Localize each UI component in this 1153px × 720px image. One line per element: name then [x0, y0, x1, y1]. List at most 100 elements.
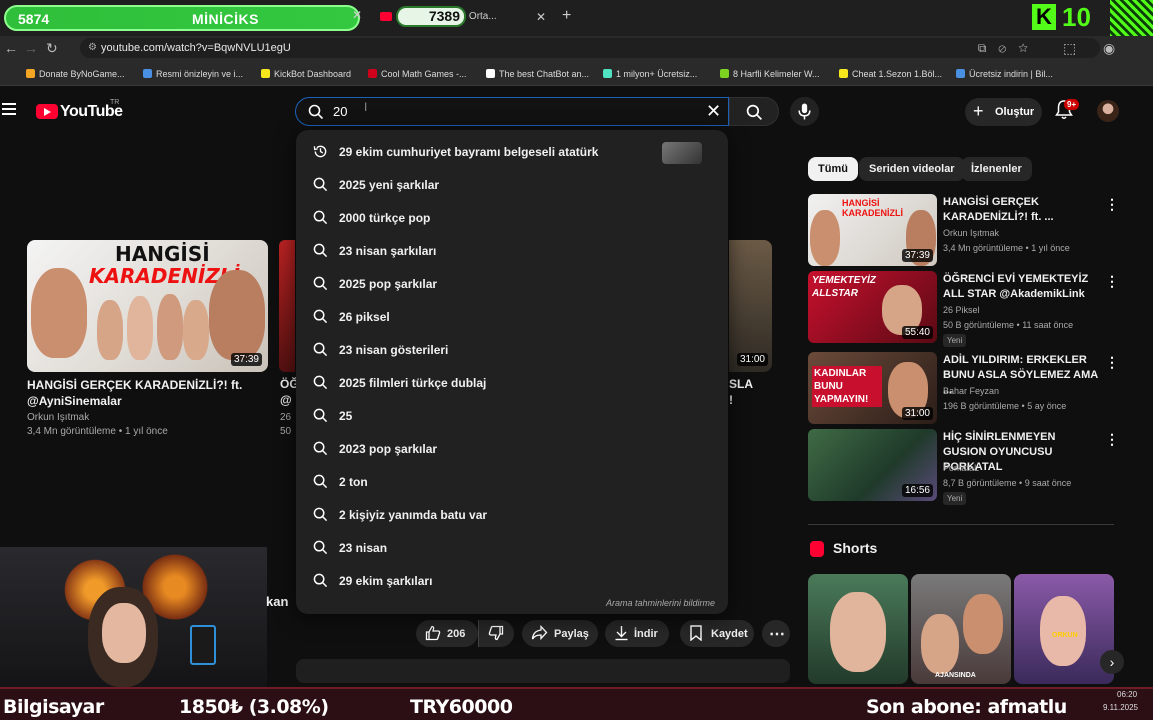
channel-name[interactable]: PorkataL	[943, 463, 979, 473]
related-video-title[interactable]: HANGİSİ GERÇEK KARADENİZLİ?! ft. ...	[943, 195, 1098, 225]
video-thumbnail-partial[interactable]: 31:00	[729, 240, 772, 372]
more-vertical-icon[interactable]: ⋮	[1105, 431, 1119, 448]
description-box[interactable]	[296, 659, 790, 683]
dislike-button[interactable]	[478, 620, 514, 647]
channel-name[interactable]: Orkun Işıtmak	[943, 228, 999, 238]
suggestion-text: 23 nisan şarkıları	[339, 244, 437, 258]
forward-icon[interactable]: →	[24, 40, 38, 56]
duration-badge: 55:40	[901, 326, 933, 339]
search-suggestion[interactable]: 23 nisan	[296, 531, 728, 564]
short-caption: AJANSINDA	[935, 672, 976, 679]
clear-search-icon[interactable]: ✕	[706, 101, 721, 122]
search-icon	[313, 540, 328, 555]
youtube-logo-icon[interactable]	[36, 104, 58, 119]
more-vertical-icon[interactable]: ⋮	[1105, 273, 1119, 290]
bookmark-item[interactable]: Donate ByNoGame...	[26, 69, 125, 79]
account-avatar[interactable]	[1097, 100, 1119, 122]
person-image	[810, 210, 840, 266]
search-button[interactable]	[729, 97, 779, 126]
save-button[interactable]: Kaydet	[680, 620, 754, 647]
related-video-thumbnail[interactable]: KADINLAR BUNU YAPMAYIN! 31:00	[808, 352, 937, 424]
person-image	[963, 594, 1003, 654]
video-meta: 50 B görüntüleme • 11 saat önce	[943, 320, 1074, 330]
search-suggestion[interactable]: 2 ton	[296, 465, 728, 498]
ticker-amount: 1850₺ (3.08%)	[179, 696, 329, 718]
bookmark-favicon-icon	[26, 69, 35, 78]
webcam-overlay	[0, 547, 267, 687]
short-card[interactable]: ORKUN	[1014, 574, 1114, 684]
search-icon	[313, 276, 328, 291]
thumbs-down-icon	[488, 625, 504, 641]
video-title[interactable]: HANGİSİ GERÇEK KARADENİZLİ?! ft. @AyniSi…	[27, 377, 242, 409]
close-tab-icon[interactable]: ✕	[352, 8, 362, 22]
new-tab-icon[interactable]: +	[562, 7, 571, 25]
related-video-thumbnail[interactable]: YEMEKTEYİZ ALLSTAR 55:40	[808, 271, 937, 343]
search-suggestion[interactable]: 26 piksel	[296, 300, 728, 333]
chip-watched[interactable]: İzlenenler	[961, 157, 1032, 181]
bookmark-item[interactable]: 8 Harfli Kelimeler W...	[720, 69, 820, 79]
related-video-thumbnail[interactable]: HANGİSİ KARADENİZLİ 37:39	[808, 194, 937, 266]
menu-icon[interactable]	[2, 103, 16, 117]
bookmark-favicon-icon	[603, 69, 612, 78]
bookmark-item[interactable]: KickBot Dashboard	[261, 69, 351, 79]
kick-counter: 10	[1062, 2, 1091, 32]
address-bar[interactable]: ⚙ youtube.com/watch?v=BqwNVLU1egU ⧉⊘☆	[80, 38, 1100, 58]
search-suggestion[interactable]: 2000 türkçe pop	[296, 201, 728, 234]
duration-badge: 37:39	[901, 249, 933, 262]
voice-search-button[interactable]	[790, 97, 819, 126]
back-icon[interactable]: ←	[4, 40, 18, 56]
more-actions-button[interactable]: ⋯	[762, 620, 790, 647]
search-suggestion[interactable]: 2023 pop şarkılar	[296, 432, 728, 465]
overlay-text: kan	[266, 594, 289, 609]
bookmark-item[interactable]: 1 milyon+ Ücretsiz...	[603, 69, 697, 79]
short-card[interactable]: AJANSINDA	[911, 574, 1011, 684]
next-shorts-button[interactable]: ›	[1100, 650, 1124, 674]
report-predictions-link[interactable]: Arama tahminlerini bildirme	[606, 598, 715, 608]
search-suggestion[interactable]: 25	[296, 399, 728, 432]
video-thumbnail[interactable]: HANGİSİ KARADENİZLİ 37:39	[27, 240, 268, 372]
search-suggestion[interactable]: 29 ekim şarkıları	[296, 564, 728, 597]
bookmark-item[interactable]: Ücretsiz indirin | Bil...	[956, 69, 1053, 79]
more-vertical-icon[interactable]: ⋮	[1105, 196, 1119, 213]
bookmark-label: The best ChatBot an...	[499, 69, 590, 79]
person-image	[183, 300, 209, 360]
related-video-thumbnail[interactable]: 16:56	[808, 429, 937, 501]
reload-icon[interactable]: ↻	[46, 40, 58, 57]
search-suggestion[interactable]: 2 kişiyiz yanımda batu var	[296, 498, 728, 531]
search-suggestions-dropdown: Arama tahminlerini bildirme 29 ekim cumh…	[296, 130, 728, 614]
bookmark-label: Resmi önizleyin ve i...	[156, 69, 244, 79]
site-info-icon[interactable]: ⚙	[88, 42, 97, 53]
suggestion-text: 2025 pop şarkılar	[339, 277, 438, 291]
bookmark-item[interactable]: The best ChatBot an...	[486, 69, 589, 79]
extensions-icon[interactable]: ⬚	[1063, 40, 1076, 57]
search-suggestion[interactable]: 29 ekim cumhuriyet bayramı belgeseli ata…	[296, 135, 728, 168]
create-button[interactable]: + Oluştur	[965, 98, 1042, 126]
suggestion-text: 23 nisan	[339, 541, 388, 555]
like-button[interactable]: 206	[416, 620, 478, 647]
chip-all[interactable]: Tümü	[808, 157, 858, 181]
short-card[interactable]	[808, 574, 908, 684]
profile-icon[interactable]: ◉	[1103, 40, 1115, 57]
related-video-title[interactable]: ÖĞRENCİ EVİ YEMEKTEYİZ ALL STAR @Akademi…	[943, 272, 1098, 302]
bookmark-label: KickBot Dashboard	[274, 69, 352, 79]
more-vertical-icon[interactable]: ⋮	[1105, 354, 1119, 371]
channel-name[interactable]: Orkun Işıtmak	[27, 412, 89, 423]
search-suggestion[interactable]: 2025 yeni şarkılar	[296, 168, 728, 201]
address-tools-icons[interactable]: ⧉⊘☆	[978, 41, 1040, 56]
bookmark-item[interactable]: Resmi önizleyin ve i...	[143, 69, 243, 79]
download-button[interactable]: İndir	[605, 620, 669, 647]
bookmark-item[interactable]: Cool Math Games -...	[368, 69, 467, 79]
channel-name[interactable]: 26 Piksel	[943, 305, 980, 315]
chip-series[interactable]: Seriden videolar	[859, 157, 965, 181]
browser-tab[interactable]: Olamaz Sertaç Orta... 7389 ✕	[370, 4, 560, 30]
bookmark-item[interactable]: Cheat 1.Sezon 1.Böl...	[839, 69, 942, 79]
search-suggestion[interactable]: 23 nisan gösterileri	[296, 333, 728, 366]
video-thumbnail-partial[interactable]	[279, 240, 295, 372]
channel-name[interactable]: Bahar Feyzan	[943, 386, 999, 396]
search-input[interactable]: 20 ✕	[295, 97, 729, 126]
search-suggestion[interactable]: 2025 filmleri türkçe dublaj	[296, 366, 728, 399]
share-button[interactable]: Paylaş	[522, 620, 598, 647]
close-tab-icon[interactable]: ✕	[536, 10, 546, 24]
search-suggestion[interactable]: 23 nisan şarkıları	[296, 234, 728, 267]
search-suggestion[interactable]: 2025 pop şarkılar	[296, 267, 728, 300]
